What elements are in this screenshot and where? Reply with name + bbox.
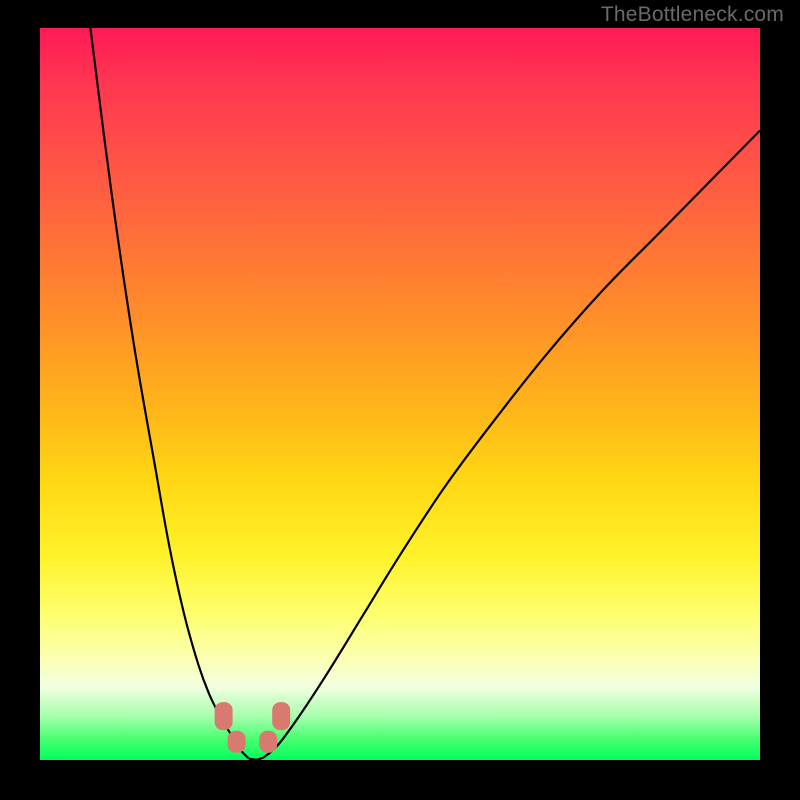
curve-right-branch — [263, 130, 760, 757]
watermark-text: TheBottleneck.com — [601, 3, 784, 27]
curve-svg — [40, 28, 760, 760]
marker-right-upper — [272, 702, 290, 730]
curve-bottom — [249, 758, 263, 760]
curve-left-branch — [90, 28, 248, 759]
plot-area — [40, 28, 760, 760]
marker-right-lower — [259, 731, 277, 753]
marker-left-lower — [228, 731, 246, 753]
figure-root: TheBottleneck.com — [0, 0, 800, 800]
marker-left-upper — [215, 702, 233, 730]
